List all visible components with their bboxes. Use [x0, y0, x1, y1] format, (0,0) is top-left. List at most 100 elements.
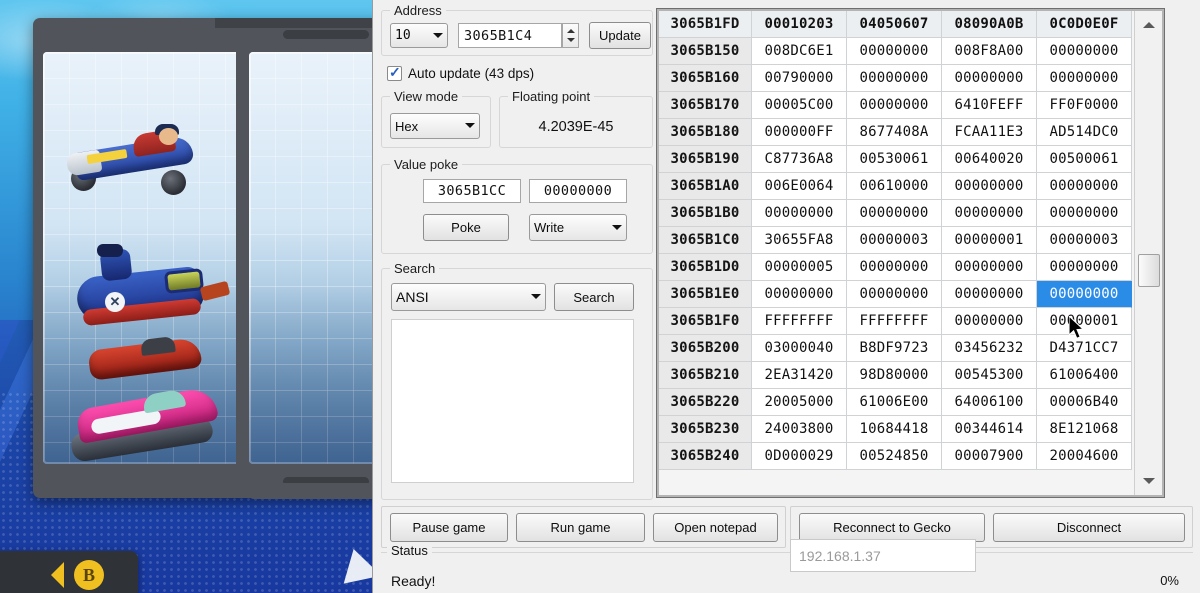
- memory-cell[interactable]: 00000000: [1037, 254, 1132, 281]
- spinner-down-icon[interactable]: [563, 36, 578, 48]
- memory-cell[interactable]: 0D000029: [752, 443, 847, 470]
- memory-cell[interactable]: 64006100: [942, 389, 1037, 416]
- table-row[interactable]: 3065B1D0 00000005 00000000 00000000 00000000: [659, 254, 1134, 281]
- memory-cell[interactable]: 00000000: [1037, 65, 1132, 92]
- memory-cell[interactable]: 006E0064: [752, 173, 847, 200]
- open-notepad-button[interactable]: Open notepad: [653, 513, 778, 542]
- memory-cell[interactable]: 8E121068: [1037, 416, 1132, 443]
- memory-cell[interactable]: 20005000: [752, 389, 847, 416]
- memory-cell[interactable]: C87736A8: [752, 146, 847, 173]
- table-row[interactable]: 3065B200 03000040 B8DF9723 03456232 D4371CC7: [659, 335, 1134, 362]
- kart-red-body-icon[interactable]: [87, 335, 209, 382]
- memory-cell[interactable]: 000000FF: [752, 119, 847, 146]
- scroll-up-arrow-icon[interactable]: [1135, 11, 1163, 33]
- memory-table[interactable]: 3065B1FD 00010203 04050607 08090A0B 0C0D0E0F…: [659, 11, 1134, 495]
- memory-cell[interactable]: 008DC6E1: [752, 38, 847, 65]
- memory-cell[interactable]: 00000000: [847, 281, 942, 308]
- memory-cell[interactable]: 03000040: [752, 335, 847, 362]
- memory-cell[interactable]: 00790000: [752, 65, 847, 92]
- memory-cell[interactable]: 00000000: [942, 65, 1037, 92]
- memory-cell[interactable]: 00000000: [847, 254, 942, 281]
- memory-cell[interactable]: 00000000: [847, 200, 942, 227]
- view-mode-select[interactable]: Hex: [390, 113, 480, 139]
- table-row[interactable]: 3065B150 008DC6E1 00000000 008F8A00 00000000: [659, 38, 1134, 65]
- memory-cell[interactable]: FCAA11E3: [942, 119, 1037, 146]
- memory-cell[interactable]: 00640020: [942, 146, 1037, 173]
- memory-cell[interactable]: 20004600: [1037, 443, 1132, 470]
- kart-body-slot[interactable]: ✕: [43, 52, 243, 464]
- pause-game-button[interactable]: Pause game: [390, 513, 508, 542]
- memory-cell[interactable]: AD514DC0: [1037, 119, 1132, 146]
- memory-cell[interactable]: 00005C00: [752, 92, 847, 119]
- memory-cell[interactable]: 00524850: [847, 443, 942, 470]
- poke-address-input[interactable]: 3065B1CC: [423, 179, 521, 203]
- table-row[interactable]: 3065B180 000000FF 8677408A FCAA11E3 AD514DC0: [659, 119, 1134, 146]
- memory-cell[interactable]: 61006400: [1037, 362, 1132, 389]
- memory-cell[interactable]: D4371CC7: [1037, 335, 1132, 362]
- spinner-up-icon[interactable]: [563, 24, 578, 36]
- update-button[interactable]: Update: [589, 22, 651, 49]
- poke-mode-select[interactable]: Write: [529, 214, 627, 241]
- memory-cell[interactable]: 00344614: [942, 416, 1037, 443]
- memory-cell[interactable]: 00000000: [942, 281, 1037, 308]
- search-button[interactable]: Search: [554, 283, 634, 311]
- kart-blue-submarine-icon[interactable]: ✕: [71, 244, 231, 330]
- memory-cell[interactable]: 2EA31420: [752, 362, 847, 389]
- memory-cell[interactable]: 00000000: [942, 200, 1037, 227]
- auto-update-checkbox[interactable]: [387, 64, 402, 81]
- run-game-button[interactable]: Run game: [516, 513, 645, 542]
- kart-tire-slot[interactable]: [249, 52, 372, 464]
- memory-cell[interactable]: 6410FEFF: [942, 92, 1037, 119]
- memory-cell[interactable]: 00000003: [1037, 227, 1132, 254]
- memory-cell[interactable]: 00610000: [847, 173, 942, 200]
- disconnect-button[interactable]: Disconnect: [993, 513, 1185, 542]
- table-row[interactable]: 3065B1E0 00000000 00000000 00000000 00000000: [659, 281, 1134, 308]
- memory-cell[interactable]: 61006E00: [847, 389, 942, 416]
- memory-cell[interactable]: 00000000: [1037, 173, 1132, 200]
- memory-cell[interactable]: 00000000: [752, 281, 847, 308]
- table-row[interactable]: 3065B230 24003800 10684418 00344614 8E121068: [659, 416, 1134, 443]
- back-button[interactable]: B: [0, 551, 138, 593]
- memory-cell[interactable]: 03456232: [942, 335, 1037, 362]
- address-input[interactable]: 3065B1C4: [458, 23, 562, 48]
- table-row[interactable]: 3065B1A0 006E0064 00610000 00000000 00000000: [659, 173, 1134, 200]
- radix-select[interactable]: 10: [390, 23, 448, 48]
- table-row[interactable]: 3065B210 2EA31420 98D80000 00545300 61006400: [659, 362, 1134, 389]
- memory-cell[interactable]: 00000000: [847, 38, 942, 65]
- memory-cell[interactable]: 00010203: [752, 11, 847, 38]
- table-row[interactable]: 3065B160 00790000 00000000 00000000 00000000: [659, 65, 1134, 92]
- memory-cell[interactable]: 00000001: [1037, 308, 1132, 335]
- search-results-list[interactable]: [391, 319, 634, 483]
- memory-cell[interactable]: 00000005: [752, 254, 847, 281]
- table-row[interactable]: 3065B190 C87736A8 00530061 00640020 00500061: [659, 146, 1134, 173]
- memory-cell[interactable]: 10684418: [847, 416, 942, 443]
- kart-blue-racer-icon[interactable]: [65, 124, 199, 195]
- memory-scrollbar[interactable]: [1134, 11, 1162, 495]
- memory-cell[interactable]: 008F8A00: [942, 38, 1037, 65]
- memory-cell[interactable]: FFFFFFFF: [752, 308, 847, 335]
- table-row[interactable]: 3065B170 00005C00 00000000 6410FEFF FF0F0000: [659, 92, 1134, 119]
- table-row[interactable]: 3065B1C0 30655FA8 00000003 00000001 00000003: [659, 227, 1134, 254]
- memory-cell[interactable]: 00545300: [942, 362, 1037, 389]
- table-row[interactable]: 3065B1B0 00000000 00000000 00000000 00000000: [659, 200, 1134, 227]
- scrollbar-thumb[interactable]: [1138, 254, 1160, 287]
- memory-cell[interactable]: 00000000: [847, 92, 942, 119]
- kart-pink-body-icon[interactable]: [69, 386, 229, 464]
- reconnect-to-gecko-button[interactable]: Reconnect to Gecko: [799, 513, 985, 542]
- memory-cell[interactable]: 00000000: [942, 308, 1037, 335]
- table-row[interactable]: 3065B1F0 FFFFFFFF FFFFFFFF 00000000 00000001: [659, 308, 1134, 335]
- memory-cell[interactable]: 08090A0B: [942, 11, 1037, 38]
- ip-address-input[interactable]: 192.168.1.37: [790, 539, 976, 572]
- memory-cell[interactable]: 00007900: [942, 443, 1037, 470]
- memory-cell[interactable]: 0C0D0E0F: [1037, 11, 1132, 38]
- memory-cell[interactable]: 00000000: [942, 254, 1037, 281]
- memory-cell[interactable]: FF0F0000: [1037, 92, 1132, 119]
- memory-cell[interactable]: FFFFFFFF: [847, 308, 942, 335]
- memory-cell[interactable]: 00000001: [942, 227, 1037, 254]
- memory-cell[interactable]: B8DF9723: [847, 335, 942, 362]
- memory-cell[interactable]: 00500061: [1037, 146, 1132, 173]
- memory-cell[interactable]: 00000003: [847, 227, 942, 254]
- search-encoding-select[interactable]: ANSI: [391, 283, 546, 311]
- poke-data-input[interactable]: 00000000: [529, 179, 627, 203]
- memory-cell[interactable]: 30655FA8: [752, 227, 847, 254]
